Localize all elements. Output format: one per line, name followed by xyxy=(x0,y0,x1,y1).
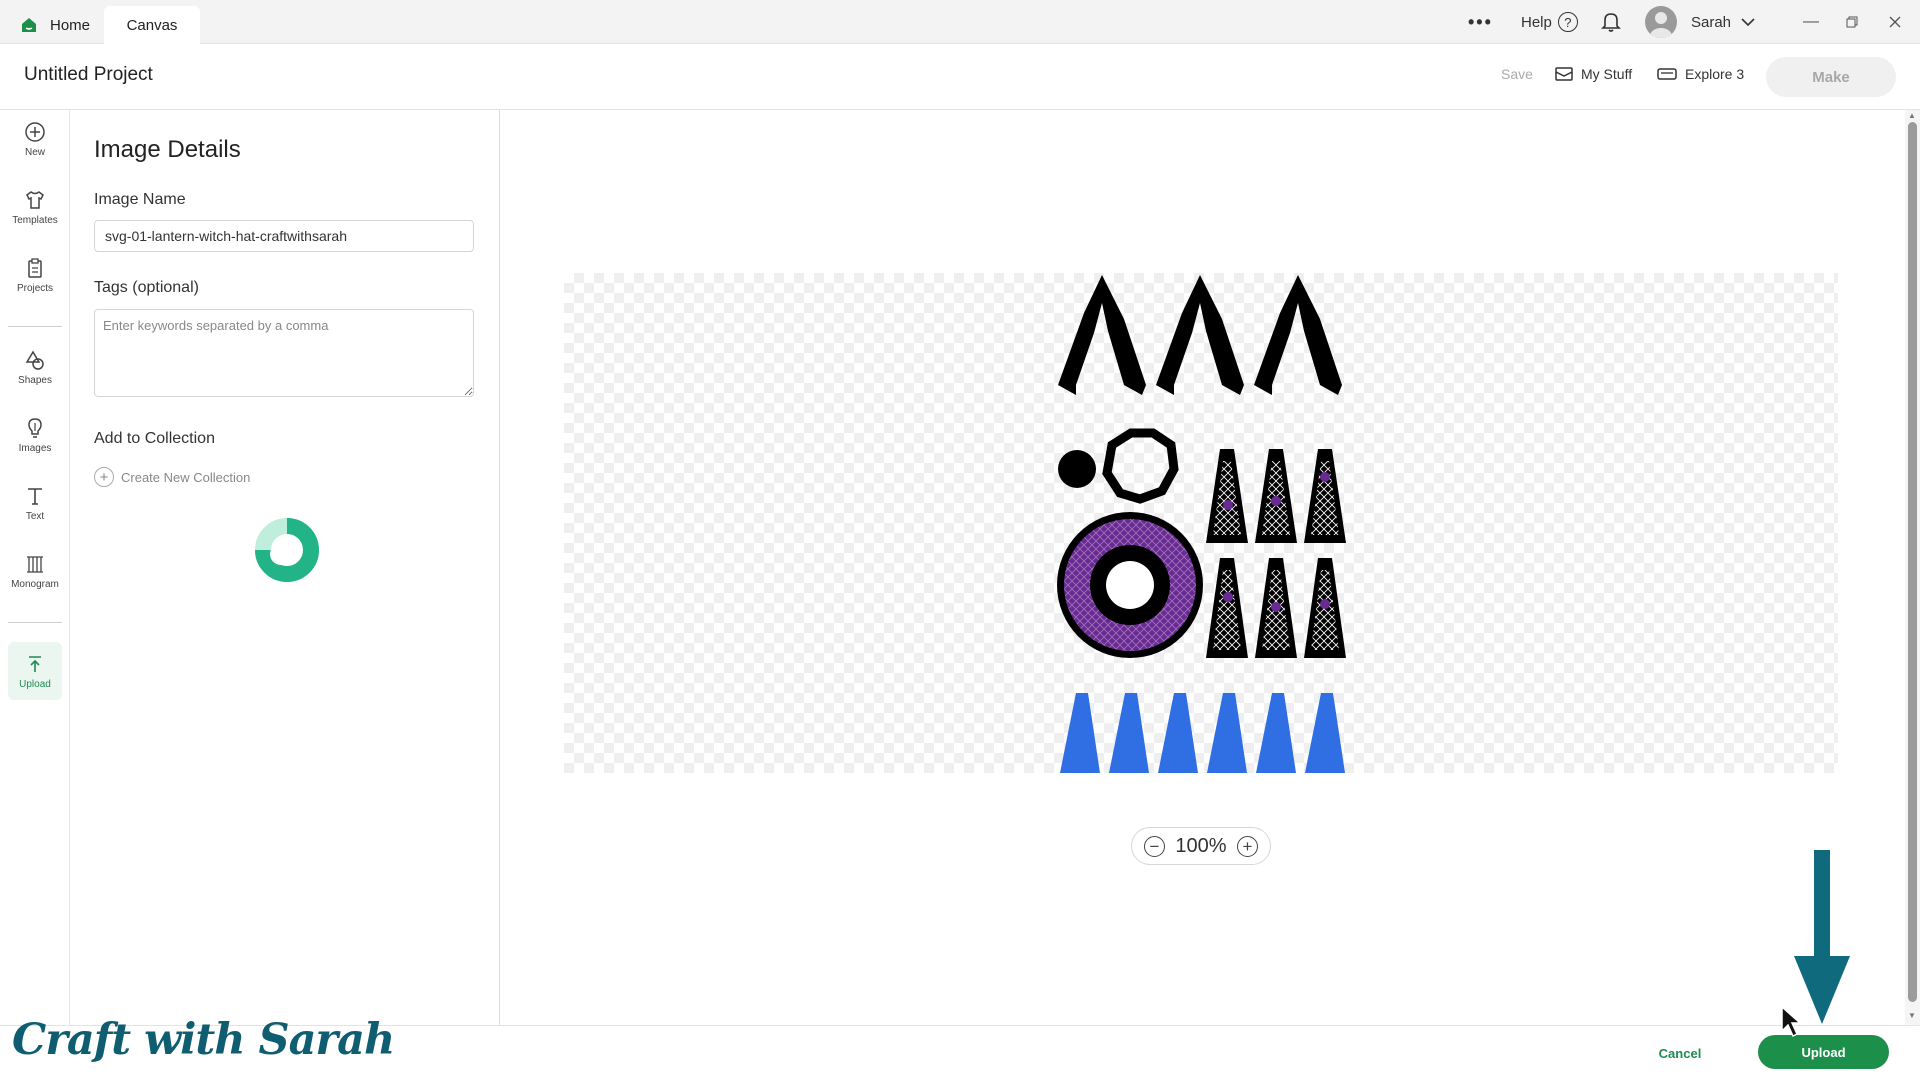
tool-images-label: Images xyxy=(18,442,52,454)
left-toolbar: New Templates Projects Shapes Images Tex… xyxy=(0,110,70,1025)
tool-upload-label: Upload xyxy=(19,678,51,690)
close-window-button[interactable] xyxy=(1889,0,1901,44)
scroll-up-icon[interactable]: ▲ xyxy=(1908,111,1916,120)
clipboard-icon xyxy=(28,257,42,278)
tab-home[interactable]: Home xyxy=(12,6,104,44)
annotation-arrow-icon xyxy=(1794,850,1850,1024)
tool-shapes[interactable]: Shapes xyxy=(8,338,62,396)
user-name: Sarah xyxy=(1691,13,1732,31)
machine-selector[interactable]: Explore 3 xyxy=(1657,66,1744,82)
tool-monogram-label: Monogram xyxy=(11,578,59,590)
zoom-level: 100% xyxy=(1175,834,1227,857)
mouse-cursor-icon xyxy=(1781,1005,1802,1038)
monogram-icon xyxy=(27,555,43,573)
help-button[interactable]: Help ? xyxy=(1521,0,1578,44)
shirt-icon xyxy=(26,190,44,209)
tab-canvas[interactable]: Canvas xyxy=(104,6,200,44)
machine-icon xyxy=(1657,68,1677,80)
loading-spinner-icon xyxy=(255,518,319,582)
plus-circle-icon: + xyxy=(94,467,114,487)
tool-templates[interactable]: Templates xyxy=(8,178,62,236)
create-collection-label: Create New Collection xyxy=(121,469,251,485)
zoom-in-button[interactable]: + xyxy=(1237,835,1258,857)
chevron-down-icon xyxy=(1741,18,1755,27)
title-bar: Home Canvas ••• Help ? Sarah — xyxy=(0,0,1920,44)
toolbar-divider xyxy=(8,326,62,327)
lightbulb-icon xyxy=(28,417,42,438)
zoom-out-button[interactable]: − xyxy=(1144,835,1165,857)
shapes-icon xyxy=(25,350,44,370)
home-icon xyxy=(22,18,36,32)
image-name-label: Image Name xyxy=(94,191,186,208)
minimize-button[interactable]: — xyxy=(1803,0,1819,44)
minimize-icon: — xyxy=(1803,13,1819,30)
create-collection-button[interactable]: + Create New Collection xyxy=(94,467,250,487)
tool-templates-label: Templates xyxy=(12,214,58,226)
tool-new-label: New xyxy=(24,146,45,158)
watermark-logo: Craft with Sarah xyxy=(12,1015,395,1065)
notifications-button[interactable] xyxy=(1601,0,1621,44)
save-button[interactable]: Save xyxy=(1501,66,1533,82)
bell-icon xyxy=(1601,13,1621,32)
add-collection-label: Add to Collection xyxy=(94,430,215,447)
upload-button[interactable]: Upload xyxy=(1758,1035,1889,1069)
image-details-panel: Image Details Image Name Tags (optional)… xyxy=(70,110,500,1025)
restore-icon xyxy=(1846,16,1858,28)
tags-label: Tags (optional) xyxy=(94,279,199,296)
close-icon xyxy=(1889,16,1901,28)
make-button[interactable]: Make xyxy=(1766,57,1896,97)
help-label: Help xyxy=(1521,13,1552,31)
scroll-down-icon[interactable]: ▼ xyxy=(1908,1011,1916,1020)
my-stuff-icon xyxy=(1555,67,1573,81)
upload-icon xyxy=(29,655,41,672)
restore-button[interactable] xyxy=(1846,0,1858,44)
project-bar: Untitled Project Save My Stuff Explore 3… xyxy=(0,44,1920,110)
project-title: Untitled Project xyxy=(24,64,153,85)
plus-circle-icon xyxy=(25,121,45,142)
tool-new[interactable]: New xyxy=(8,110,62,168)
tool-text[interactable]: Text xyxy=(8,474,62,532)
save-label: Save xyxy=(1501,66,1533,82)
image-name-input[interactable] xyxy=(94,220,474,252)
avatar xyxy=(1645,6,1677,38)
scroll-thumb[interactable] xyxy=(1908,122,1917,1002)
machine-label: Explore 3 xyxy=(1685,66,1745,82)
tab-canvas-label: Canvas xyxy=(126,16,178,34)
toolbar-divider xyxy=(8,622,62,623)
image-preview xyxy=(564,273,1838,773)
tab-home-label: Home xyxy=(50,16,91,34)
help-circle-icon: ? xyxy=(1557,12,1578,32)
my-stuff-button[interactable]: My Stuff xyxy=(1555,66,1632,82)
tool-projects-label: Projects xyxy=(16,282,54,294)
my-stuff-label: My Stuff xyxy=(1581,66,1633,82)
canvas-area: − 100% + xyxy=(500,110,1905,1025)
tool-text-label: Text xyxy=(25,510,45,522)
uploaded-svg-preview xyxy=(1057,275,1346,773)
zoom-control: − 100% + xyxy=(1131,827,1271,865)
text-icon xyxy=(28,487,42,505)
tool-images[interactable]: Images xyxy=(8,406,62,464)
tool-upload[interactable]: Upload xyxy=(8,642,62,700)
more-dots-icon: ••• xyxy=(1468,11,1493,32)
tool-shapes-label: Shapes xyxy=(18,374,52,386)
more-menu-button[interactable]: ••• xyxy=(1468,0,1493,44)
cancel-button[interactable]: Cancel xyxy=(1640,1038,1720,1068)
tool-projects[interactable]: Projects xyxy=(8,246,62,304)
tags-input[interactable] xyxy=(94,309,474,397)
tool-monogram[interactable]: Monogram xyxy=(8,542,62,600)
user-menu[interactable]: Sarah xyxy=(1645,0,1755,44)
vertical-scrollbar[interactable]: ▲ ▼ xyxy=(1905,110,1920,1025)
panel-title: Image Details xyxy=(94,136,241,163)
